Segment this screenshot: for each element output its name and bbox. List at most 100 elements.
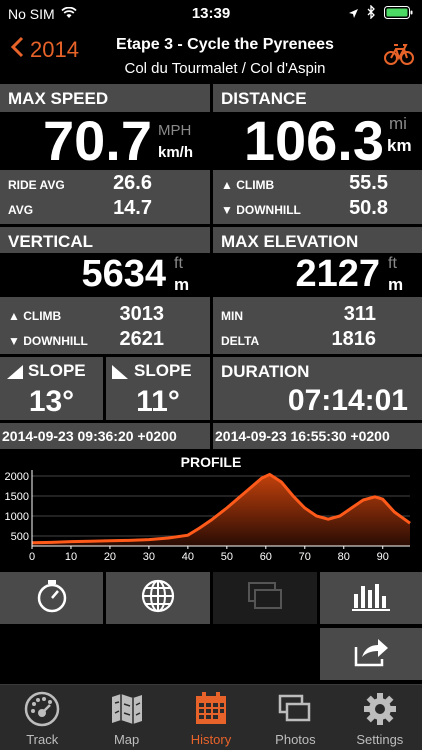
photos-disabled-button	[213, 572, 317, 624]
tab-history[interactable]: History	[169, 685, 253, 750]
vertical-label: VERTICAL	[8, 232, 93, 251]
max-elevation-unit-alt: ft	[388, 255, 397, 272]
tab-settings[interactable]: Settings	[338, 685, 422, 750]
x-tick-label: 60	[260, 551, 272, 563]
duration-label: DURATION	[221, 362, 310, 381]
tab-map-label: Map	[113, 732, 140, 747]
min-elevation-value: 311	[343, 303, 376, 325]
y-tick-label: 500	[11, 531, 29, 543]
photos-stack-icon	[245, 581, 285, 616]
max-elevation-label: MAX ELEVATION	[221, 232, 359, 251]
x-tick-label: 40	[182, 551, 194, 563]
tab-settings-label: Settings	[356, 732, 404, 747]
max-elevation-panel: MAX ELEVATION 2127 ft m MIN 311 DELTA 18…	[213, 227, 422, 354]
y-tick-label: 1500	[5, 491, 29, 503]
y-tick-label: 2000	[5, 471, 29, 483]
max-elevation-value-box: 2127 ft m	[213, 253, 422, 297]
nav-header: 2014 Etape 3 - Cycle the Pyrenees Col du…	[0, 28, 422, 82]
vertical-downhill-value: 2621	[119, 328, 165, 350]
start-time-panel: 2014-09-23 09:36:20 +0200	[0, 423, 210, 449]
location-arrow-icon	[348, 6, 359, 22]
bicycle-icon[interactable]	[384, 40, 414, 71]
back-button[interactable]: 2014	[10, 36, 79, 64]
distance-downhill-value: 50.8	[349, 197, 388, 219]
share-button[interactable]	[320, 628, 422, 680]
tab-track-label: Track	[26, 732, 59, 747]
profile-chart: 500 1000 1500 2000 0 10 20 30 40 50 60 70 80 90	[5, 470, 411, 563]
delta-elevation-label: DELTA	[221, 334, 260, 348]
calendar-icon	[193, 691, 229, 732]
distance-climb-label: ▲ CLIMB	[221, 178, 275, 192]
profile-area	[32, 474, 410, 546]
tab-map[interactable]: Map	[84, 685, 168, 750]
distance-value: 106.3	[243, 109, 384, 172]
slope-down-label: SLOPE	[134, 361, 192, 380]
max-speed-panel: MAX SPEED 70.7 MPH km/h RIDE AVG 26.6 AV…	[0, 84, 210, 224]
ride-avg-value: 26.6	[113, 172, 152, 194]
page-subtitle: Col du Tourmalet / Col d'Aspin	[124, 60, 326, 77]
start-time: 2014-09-23 09:36:20 +0200	[2, 428, 177, 444]
slope-down-icon	[111, 364, 129, 385]
distance-unit: km	[387, 136, 412, 155]
ride-avg-label: RIDE AVG	[8, 178, 65, 192]
y-tick-label: 1000	[5, 511, 29, 523]
x-tick-label: 10	[65, 551, 77, 563]
map-icon	[109, 691, 145, 732]
status-bar: No SIM 13:39	[0, 0, 422, 28]
max-speed-value-box: 70.7 MPH km/h	[0, 109, 210, 172]
dial-icon	[24, 691, 60, 732]
delta-elevation-value: 1816	[331, 328, 377, 350]
slope-up-icon	[6, 364, 24, 385]
tab-photos-label: Photos	[275, 732, 316, 747]
vertical-value: 5634	[81, 253, 166, 295]
vertical-climb-label: ▲ CLIMB	[8, 309, 62, 323]
slope-down-panel: SLOPE 11°	[106, 357, 210, 420]
distance-climb-value: 55.5	[349, 172, 388, 194]
bar-chart-icon	[352, 580, 390, 617]
stopwatch-icon	[35, 578, 69, 619]
distance-value-box: 106.3 mi km	[213, 109, 422, 172]
slope-down-value: 11°	[136, 385, 180, 418]
x-tick-label: 30	[143, 551, 155, 563]
max-speed-label: MAX SPEED	[8, 89, 109, 108]
max-speed-unit: km/h	[158, 144, 194, 161]
max-elevation-value: 2127	[295, 253, 380, 295]
stopwatch-button[interactable]	[0, 572, 103, 624]
globe-icon	[140, 578, 176, 619]
slope-up-value: 13°	[28, 385, 75, 418]
back-button-label: 2014	[30, 37, 79, 62]
duration-value: 07:14:01	[287, 384, 408, 417]
vertical-value-box: 5634 ft m	[0, 253, 210, 297]
tab-photos[interactable]: Photos	[253, 685, 337, 750]
chevron-left-icon	[10, 36, 24, 64]
gear-icon	[362, 691, 398, 732]
profile-chart-panel: PROFILE 500 1000 1500 2000 0 10 20 30 40 50 60 70 80…	[0, 450, 422, 565]
distance-panel: DISTANCE 106.3 mi km ▲ CLIMB 55.5 ▼ DOWN…	[213, 84, 422, 224]
avg-label: AVG	[8, 203, 34, 217]
end-time-panel: 2014-09-23 16:55:30 +0200	[213, 423, 422, 449]
x-tick-label: 0	[29, 551, 35, 563]
distance-label: DISTANCE	[221, 89, 307, 108]
duration-panel: DURATION 07:14:01	[213, 357, 422, 420]
statistics-button[interactable]	[320, 572, 422, 624]
max-speed-unit-alt: MPH	[158, 122, 192, 139]
vertical-downhill-label: ▼ DOWNHILL	[8, 334, 88, 348]
tab-track[interactable]: Track	[0, 685, 84, 750]
min-elevation-label: MIN	[221, 309, 243, 323]
vertical-climb-value: 3013	[119, 303, 165, 325]
photos-icon	[277, 691, 313, 732]
x-tick-label: 70	[299, 551, 311, 563]
tab-history-label: History	[190, 732, 232, 747]
page-title: Etape 3 - Cycle the Pyrenees	[116, 36, 334, 53]
vertical-unit-alt: ft	[174, 255, 183, 272]
vertical-panel: VERTICAL 5634 ft m ▲ CLIMB 3013 ▼ DOWNHI…	[0, 227, 210, 354]
bluetooth-icon	[367, 4, 376, 22]
x-tick-label: 50	[221, 551, 233, 563]
slope-up-panel: SLOPE 13°	[0, 357, 103, 420]
avg-value: 14.7	[113, 197, 152, 219]
distance-unit-alt: mi	[389, 114, 407, 133]
end-time: 2014-09-23 16:55:30 +0200	[215, 428, 390, 444]
battery-icon	[384, 5, 414, 22]
vertical-unit: m	[174, 275, 190, 294]
globe-button[interactable]	[106, 572, 210, 624]
